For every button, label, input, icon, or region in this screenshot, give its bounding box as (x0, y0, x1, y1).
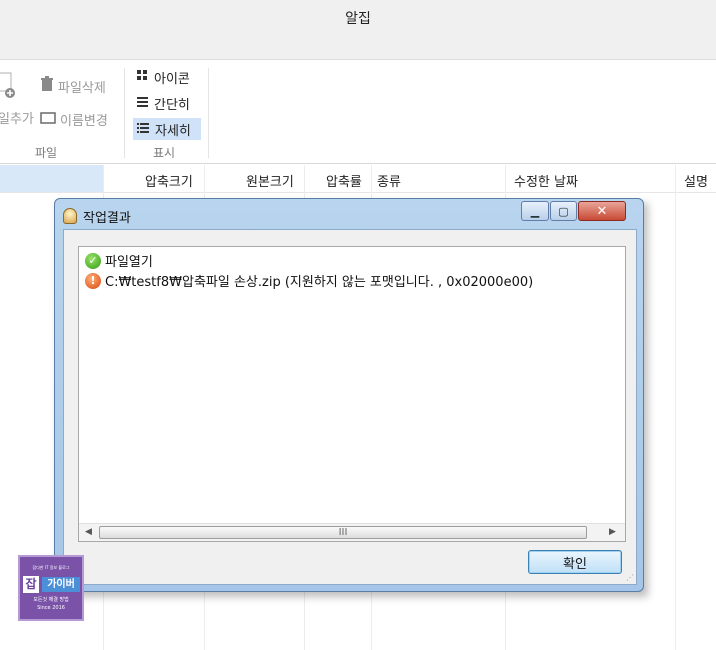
watermark-since: Since 2016 (37, 605, 65, 611)
delete-file-button[interactable]: 파일삭제 (40, 76, 106, 96)
view-details-button[interactable]: 자세히 (133, 118, 201, 140)
ribbon: 일추가 파일삭제 이름변경 파일 아이콘 간단히 자세히 표시 (0, 60, 716, 164)
dialog-title: 작업결과 (83, 210, 131, 226)
view-icon-label: 아이콘 (154, 71, 190, 87)
scroll-left-icon[interactable]: ◀ (85, 527, 92, 537)
app-bell-icon (63, 208, 77, 224)
result-log[interactable]: ✓ 파일열기 ! C:₩testf8₩압축파일 손상.zip (지원하지 않는 … (78, 246, 626, 542)
ok-button[interactable]: 확인 (528, 550, 622, 574)
column-modified-date[interactable]: 수정한 날짜 (514, 171, 578, 190)
log-text: C:₩testf8₩압축파일 손상.zip (지원하지 않는 포맷입니다. , … (105, 275, 534, 290)
grid-icon (137, 69, 148, 85)
add-file-icon (0, 72, 16, 102)
add-file-button[interactable] (0, 72, 16, 102)
horizontal-scrollbar[interactable]: ◀ III ▶ (79, 523, 625, 541)
dialog-titlebar[interactable]: 작업결과 (63, 205, 131, 227)
add-file-label: 일추가 (0, 112, 34, 127)
column-ratio[interactable]: 압축률 (326, 171, 362, 190)
view-icon-button[interactable]: 아이콘 (133, 66, 201, 88)
window-title: 알집 (345, 11, 371, 27)
watermark-jam: 잡 (23, 576, 39, 593)
column-compressed-size[interactable]: 압축크기 (145, 171, 193, 190)
column-description[interactable]: 설명 (684, 171, 708, 190)
view-details-label: 자세히 (155, 123, 191, 139)
watermark-brand: 가이버 (42, 577, 80, 592)
close-icon: ✕ (596, 203, 608, 219)
resize-grip-icon[interactable]: ⋰ (626, 573, 634, 582)
file-list-header: 압축크기 원본크기 압축률 종류 수정한 날짜 설명 (0, 165, 716, 193)
error-circle-icon: ! (85, 272, 101, 289)
list-icon (137, 96, 148, 111)
rename-icon (40, 111, 56, 128)
log-line-ok: ✓ 파일열기 (85, 251, 153, 270)
minimize-icon: ▁ (530, 204, 540, 218)
result-dialog: 작업결과 ▁ ▢ ✕ ✓ 파일열기 ! C:₩testf8₩압축파일 손상.zi… (54, 198, 644, 592)
delete-file-label: 파일삭제 (58, 80, 106, 96)
column-type[interactable]: 종류 (377, 171, 401, 190)
log-text: 파일열기 (105, 255, 153, 270)
view-simple-button[interactable]: 간단히 (133, 92, 201, 114)
app-titlebar: 알집 (0, 0, 716, 60)
view-simple-label: 간단히 (154, 97, 190, 113)
details-icon (137, 122, 149, 137)
scroll-grip: III (338, 527, 348, 538)
scroll-right-icon[interactable]: ▶ (609, 527, 616, 537)
scroll-thumb[interactable]: III (99, 526, 587, 539)
close-button[interactable]: ✕ (578, 201, 626, 221)
name-column-header[interactable] (0, 165, 103, 192)
rename-label: 이름변경 (60, 114, 108, 129)
ribbon-separator (124, 68, 125, 158)
column-original-size[interactable]: 원본크기 (246, 171, 294, 190)
log-line-error: ! C:₩testf8₩압축파일 손상.zip (지원하지 않는 포맷입니다. … (85, 271, 533, 290)
column-divider (675, 165, 676, 650)
view-group-label: 표시 (153, 146, 176, 160)
trash-icon (40, 76, 54, 96)
watermark-sub: 모든것 해결 방법 (33, 597, 69, 603)
blog-watermark-logo: 잡다한 IT 정보 블로그 잡 가이버 모든것 해결 방법 Since 2016 (18, 555, 84, 621)
maximize-icon: ▢ (558, 204, 569, 218)
file-group-label: 파일 (35, 146, 58, 160)
rename-button[interactable]: 이름변경 (40, 110, 108, 129)
ribbon-separator (208, 68, 209, 158)
watermark-top-text: 잡다한 IT 정보 블로그 (32, 565, 70, 570)
maximize-button[interactable]: ▢ (550, 201, 577, 221)
minimize-button[interactable]: ▁ (521, 201, 549, 221)
dialog-body: ✓ 파일열기 ! C:₩testf8₩압축파일 손상.zip (지원하지 않는 … (63, 229, 637, 585)
check-circle-icon: ✓ (85, 252, 101, 269)
